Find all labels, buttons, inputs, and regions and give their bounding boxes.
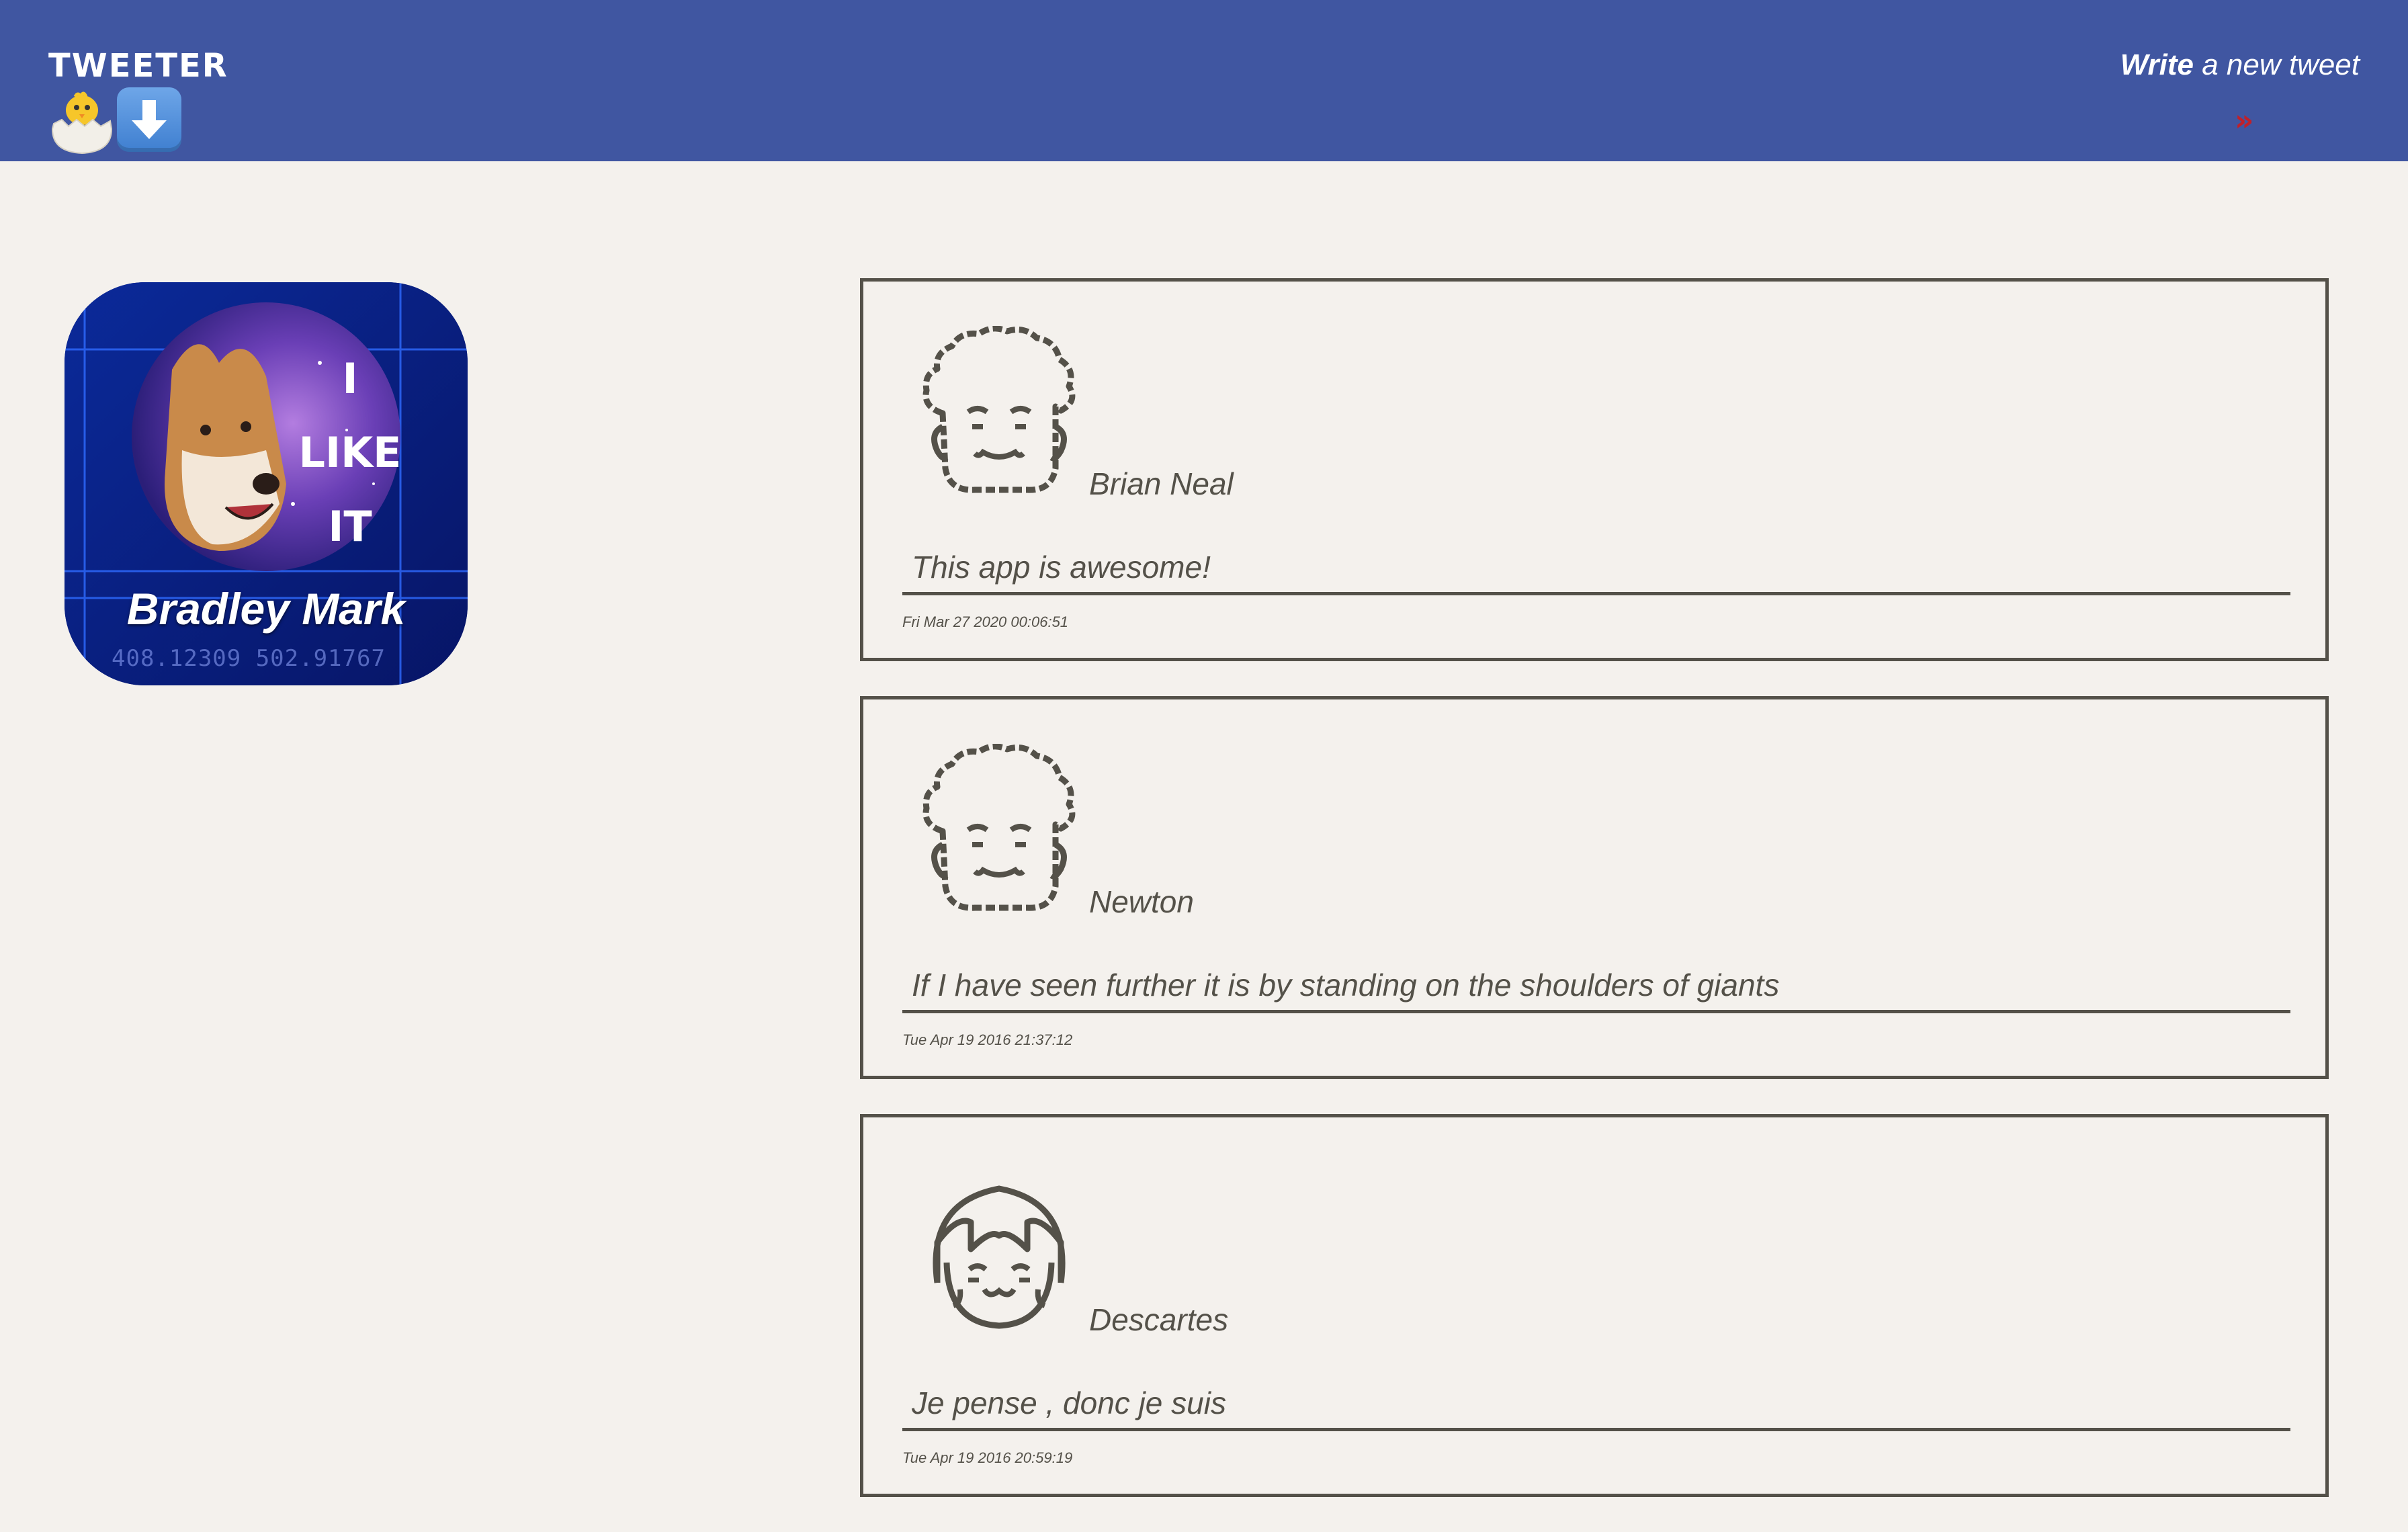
tweet-text: If I have seen further it is by standing… <box>912 968 1780 1003</box>
tweet-card: Descartes Je pense , donc je suis Tue Ap… <box>860 1114 2329 1497</box>
tweet-date: Fri Mar 27 2020 00:06:51 <box>902 613 1069 630</box>
tweet-body: This app is awesome! <box>902 549 2290 595</box>
profile-coords: 408.12309 502.91767 <box>112 645 386 672</box>
woman-bangs-avatar-icon <box>933 1185 1066 1329</box>
image-text-i: I <box>342 354 357 403</box>
tweet-date: Tue Apr 19 2016 21:37:12 <box>902 1031 1073 1048</box>
profile-name: Bradley Mark <box>126 584 406 634</box>
top-nav: TWEETER Write a new tweet » <box>0 0 2408 161</box>
image-text-like: LIKE <box>299 428 402 477</box>
down-arrow-icon <box>117 87 181 152</box>
brand-title[interactable]: TWEETER <box>48 47 228 85</box>
man-curly-hair-avatar-icon <box>922 326 1076 493</box>
hatching-chick-icon <box>50 87 114 155</box>
tweet-card: Newton If I have seen further it is by s… <box>860 696 2329 1079</box>
compose-bold: Write <box>2120 48 2194 81</box>
image-text-it: IT <box>328 502 372 551</box>
tweet-date: Tue Apr 19 2016 20:59:19 <box>902 1449 1073 1466</box>
tweet-author: Newton <box>1089 884 1194 919</box>
tweet-author: Descartes <box>1089 1302 1229 1337</box>
write-new-tweet-link[interactable]: Write a new tweet <box>2120 48 2360 82</box>
double-chevron-toggle-icon[interactable]: » <box>2235 106 2253 136</box>
man-curly-hair-avatar-icon <box>922 744 1076 911</box>
tweet-body: Je pense , donc je suis <box>902 1385 2290 1431</box>
tweet-body: If I have seen further it is by standing… <box>902 967 2290 1013</box>
tweet-card: Brian Neal This app is awesome! Fri Mar … <box>860 278 2329 661</box>
brand-icons <box>50 87 181 155</box>
tweet-text: Je pense , donc je suis <box>912 1386 1226 1420</box>
profile-card: I LIKE IT 408.12309 502.91767 Bradley Ma… <box>64 282 468 685</box>
compose-rest: a new tweet <box>2193 48 2360 81</box>
tweet-author: Brian Neal <box>1089 466 1234 501</box>
tweet-text: This app is awesome! <box>912 550 1211 585</box>
